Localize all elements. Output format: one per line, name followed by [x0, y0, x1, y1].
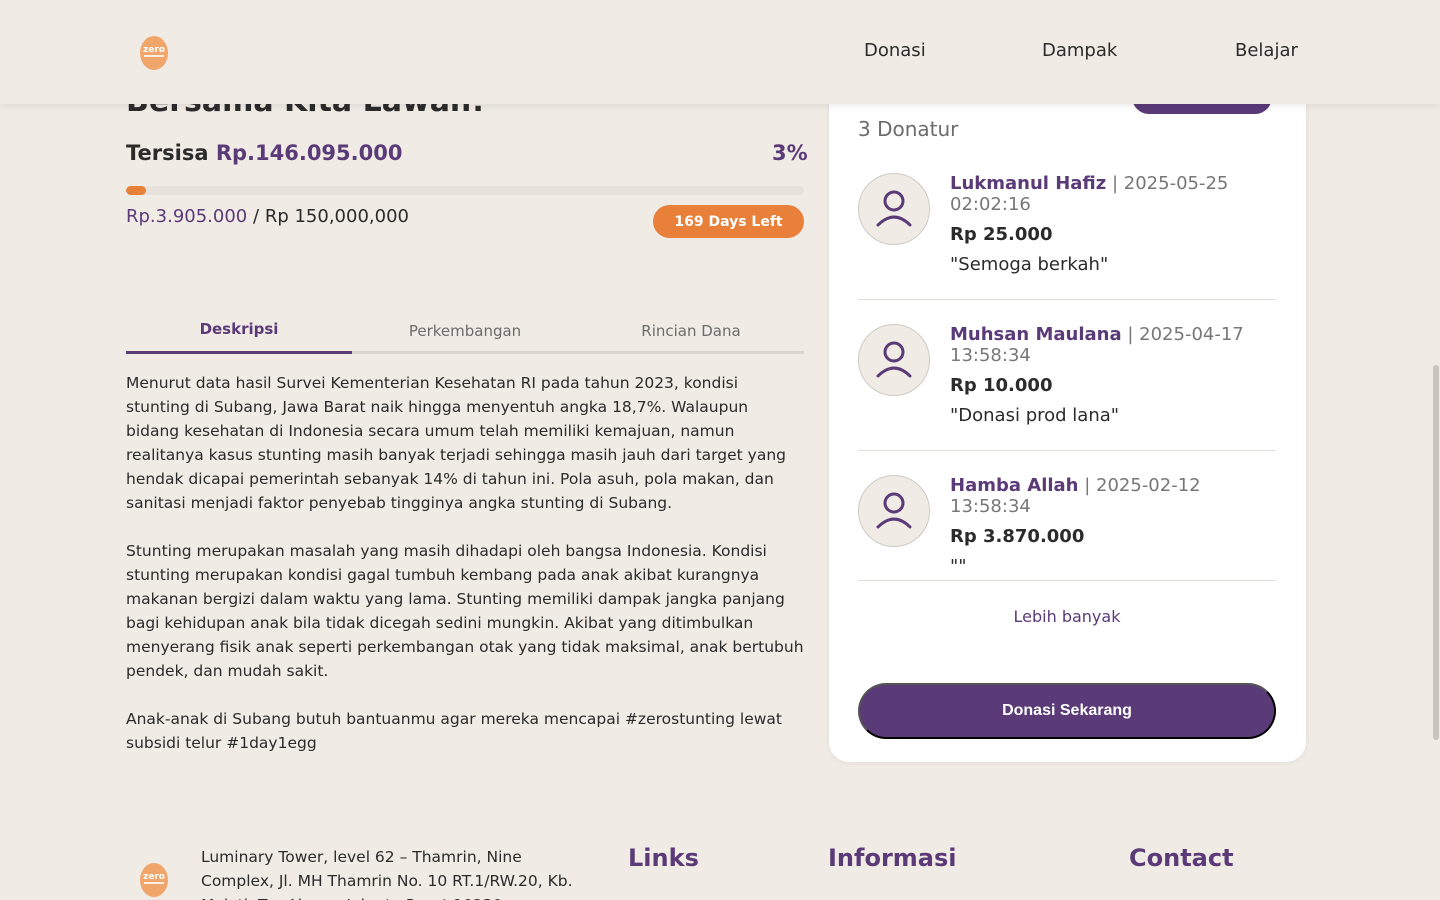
progress-bar — [126, 186, 804, 195]
footer-heading-informasi: Informasi — [828, 844, 957, 872]
target-value: Rp 150,000,000 — [264, 206, 409, 227]
user-icon — [858, 173, 930, 245]
tab-rincian-dana[interactable]: Rincian Dana — [578, 314, 804, 351]
zero-stunting-logo[interactable]: zero — [139, 33, 169, 71]
user-icon — [858, 324, 930, 396]
divider — [858, 299, 1276, 300]
tab-deskripsi[interactable]: Deskripsi — [126, 314, 352, 354]
svg-text:zero: zero — [143, 45, 165, 55]
nav-dampak[interactable]: Dampak — [1042, 40, 1117, 61]
divider — [858, 580, 1276, 581]
footer-address: Luminary Tower, level 62 – Thamrin, Nine… — [201, 848, 573, 900]
description-paragraph: Anak-anak di Subang butuh bantuanmu agar… — [126, 710, 782, 752]
progress-fill — [126, 186, 147, 195]
site-header: zero Donasi Dampak Belajar — [0, 0, 1440, 104]
campaign-description: Menurut data hasil Survei Kementerian Ke… — [126, 371, 806, 779]
scrollbar[interactable] — [1433, 365, 1439, 740]
donor-message: "Semoga berkah" — [950, 254, 1109, 275]
nav-belajar[interactable]: Belajar — [1235, 40, 1298, 61]
user-icon — [858, 475, 930, 547]
donate-now-button[interactable]: Donasi Sekarang — [858, 683, 1276, 739]
donor-amount: Rp 3.870.000 — [950, 526, 1085, 547]
progress-percent: 3% — [772, 141, 808, 165]
collected-value: Rp.3.905.000 — [126, 206, 248, 227]
donor-amount: Rp 25.000 — [950, 224, 1053, 245]
amount-separator: / — [253, 206, 260, 227]
description-paragraph: Stunting merupakan masalah yang masih di… — [126, 542, 804, 680]
collected-amount: Rp.3.905.000 / Rp 150,000,000 — [126, 206, 409, 227]
footer-heading-links: Links — [628, 844, 699, 872]
footer-heading-contact: Contact — [1129, 844, 1234, 872]
svg-text:zero: zero — [143, 872, 165, 882]
donor-name: Muhsan Maulana — [950, 324, 1122, 345]
donor-name: Lukmanul Hafiz — [950, 173, 1107, 194]
donor-message: "Donasi prod lana" — [950, 405, 1120, 426]
donor-name: Hamba Allah — [950, 475, 1079, 496]
description-paragraph: Menurut data hasil Survei Kementerian Ke… — [126, 374, 786, 512]
donor-message: "" — [950, 556, 967, 577]
more-donors-link[interactable]: Lebih banyak — [858, 607, 1276, 626]
donor-amount: Rp 10.000 — [950, 375, 1053, 396]
donor-count: 3 Donatur — [858, 117, 959, 141]
footer-logo[interactable]: zero — [139, 860, 169, 898]
campaign-tabs: Deskripsi Perkembangan Rincian Dana — [126, 314, 804, 354]
days-left-badge: 169 Days Left — [653, 205, 804, 238]
nav-donasi[interactable]: Donasi — [864, 40, 926, 61]
remaining-amount: Tersisa Rp.146.095.000 — [126, 141, 402, 165]
tab-perkembangan[interactable]: Perkembangan — [352, 314, 578, 351]
divider — [858, 450, 1276, 451]
remaining-label: Tersisa — [126, 141, 209, 165]
remaining-value: Rp.146.095.000 — [215, 141, 403, 165]
